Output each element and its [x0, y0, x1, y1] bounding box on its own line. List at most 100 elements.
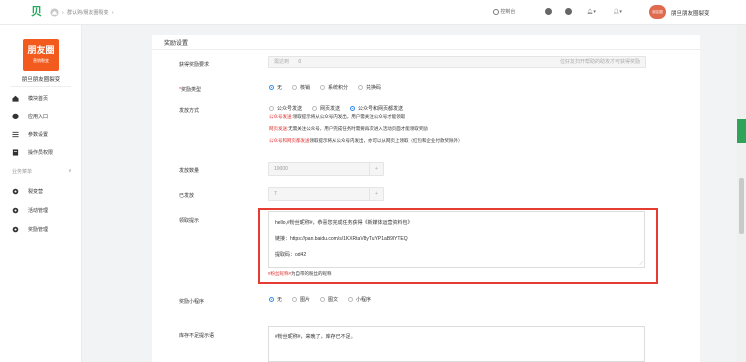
divider — [152, 49, 700, 50]
user-menu-button[interactable]: 👤︎▾ — [613, 7, 622, 18]
radio-dot — [269, 297, 274, 302]
applet-none[interactable]: 无 — [269, 296, 282, 303]
sent-field: 7 + — [268, 187, 384, 201]
reward-type-verify[interactable]: 核销 — [292, 84, 310, 91]
radio-dot — [269, 85, 274, 90]
radio-dot — [292, 85, 298, 90]
sidebar-item-activity[interactable]: 活动管理 — [12, 205, 48, 215]
sidebar-item-label: 应用入口 — [28, 113, 49, 120]
quantity-stepper[interactable]: 10000 + — [268, 162, 384, 176]
radio-dot — [358, 85, 364, 90]
gear-icon — [12, 188, 19, 194]
stock-tip-label: 库存不足提示语 — [179, 333, 215, 339]
reward-type-none[interactable]: 无 — [269, 84, 282, 91]
scrollbar-thumb[interactable] — [739, 178, 744, 234]
highlight-box — [258, 208, 658, 284]
dropdown-caret: ▾ — [593, 9, 596, 15]
send-note-3: 公众号和网页都发送领取提示将从公众号内发出，亦可以从网页上领取（红包和企业付款奖… — [269, 138, 463, 144]
send-method-mp[interactable]: 公众号发送 — [269, 105, 302, 112]
sidebar-item-entry[interactable]: 应用入口 — [12, 111, 48, 121]
brand-line2: 营销裂变 — [33, 58, 49, 63]
dropdown-caret: ▾ — [619, 9, 622, 15]
sidebar-item-reward[interactable]: 奖励管理 — [12, 224, 48, 234]
send-note-1: 公众号发送:领取提示将从公众号内发出，用户需关注公众号才能领取 — [269, 114, 405, 120]
help-button-2[interactable] — [565, 7, 572, 18]
sidebar: 朋友圈 营销裂变 朋旦朋友圈裂变 模块首页 应用入口 参数设置 操作员权限 业务… — [0, 25, 82, 362]
reward-req-label: 获得奖励要求 — [179, 62, 210, 68]
sidebar-item-fission[interactable]: 裂变营 — [12, 186, 43, 196]
radio-dot — [292, 297, 298, 302]
notification-button[interactable]: 🔔︎▾ — [587, 7, 596, 18]
help-button[interactable] — [545, 7, 552, 18]
radio-dot — [348, 297, 354, 302]
sidebar-item-label: 裂变营 — [28, 188, 44, 195]
circle-icon — [493, 8, 499, 15]
reward-settings-card: 奖励设置 获得奖励要求 需达到 0 位好友扫开帮助的助攻才可获得奖励 *奖励类型… — [152, 35, 700, 362]
radio-label: 图片 — [300, 297, 311, 303]
stock-tip-value: #粉丝昵称#，来晚了，库存已不足。 — [275, 334, 356, 340]
divider — [10, 86, 71, 87]
send-method-both[interactable]: 公众号和网页都发送 — [350, 105, 403, 112]
sidebar-item-label: 活动管理 — [28, 207, 49, 214]
avatar[interactable]: 朋友圈 — [649, 5, 666, 19]
applet-image[interactable]: 图片 — [292, 296, 310, 303]
section-title: 奖励设置 — [164, 41, 189, 47]
help-icon — [565, 8, 572, 16]
radio-label: 图文 — [328, 297, 339, 303]
brand-name: 朋旦朋友圈裂变 — [21, 77, 61, 83]
breadcrumb-item[interactable]: 群认购/朋友圈裂变 — [67, 10, 108, 16]
radio-label: 小程序 — [356, 297, 372, 303]
radio-label: 系统积分 — [328, 85, 349, 91]
radio-dot — [320, 85, 326, 90]
app-logo[interactable]: 贝 — [31, 6, 44, 19]
stock-tip-textarea[interactable]: #粉丝昵称#，来晚了，库存已不足。 — [268, 326, 645, 362]
chat-icon — [12, 113, 19, 119]
breadcrumb: › 群认购/朋友圈裂变 › — [62, 9, 116, 16]
help-icon — [545, 8, 552, 16]
sidebar-item-home[interactable]: 模块首页 — [12, 93, 48, 103]
radio-dot — [312, 106, 318, 111]
nav-group-title[interactable]: 业务菜单 — [12, 168, 32, 175]
list-icon — [12, 131, 19, 137]
shop-name[interactable]: 朋旦朋友圈裂变 — [671, 9, 710, 17]
note-key: 公众号发送: — [269, 114, 293, 119]
top-bar: 贝 › 群认购/朋友圈裂变 › 控制台 🔔︎▾ 👤︎▾ 朋友圈 朋旦朋友圈裂变 — [0, 0, 746, 25]
reward-type-text: 奖励类型 — [180, 87, 201, 93]
reward-applet-label: 奖励小程序 — [179, 299, 205, 305]
radio-label: 公众号和网页都发送 — [358, 106, 404, 112]
brand-logo: 朋友圈 营销裂变 — [23, 39, 59, 71]
home-icon[interactable] — [50, 8, 59, 17]
applet-miniprogram[interactable]: 小程序 — [348, 296, 371, 303]
quantity-value: 10000 — [274, 166, 288, 172]
file-icon — [12, 148, 19, 156]
sidebar-item-operator[interactable]: 操作员权限 — [12, 147, 53, 157]
stepper-plus-button: + — [369, 188, 383, 200]
send-method-radio-group: 公众号发送 网页发送 公众号和网页都发送 — [269, 105, 413, 112]
reward-req-prefix: 需达到 — [274, 59, 290, 65]
applet-article[interactable]: 图文 — [320, 296, 338, 303]
reward-req-value: 0 — [298, 59, 302, 65]
radio-label: 公众号发送 — [277, 106, 303, 112]
note-text: 领取提示将从公众号内发出，亦可以从网页上领取（红包和企业付款奖除外） — [309, 138, 463, 143]
send-method-web[interactable]: 网页发送 — [312, 105, 340, 112]
gear-icon — [12, 226, 19, 232]
console-label: 控制台 — [500, 9, 516, 15]
side-float-tab[interactable] — [737, 119, 746, 143]
claim-tip-label: 领取提示 — [179, 218, 200, 224]
reward-type-points[interactable]: 系统积分 — [320, 84, 348, 91]
sent-value: 7 — [274, 191, 277, 197]
reward-type-code[interactable]: 兑换码 — [358, 84, 381, 91]
reward-req-field[interactable]: 需达到 0 位好友扫开帮助的助攻才可获得奖励 — [268, 56, 646, 68]
radio-label: 兑换码 — [366, 85, 382, 91]
chevron-down-icon[interactable]: ∨ — [68, 168, 72, 174]
radio-label: 核销 — [300, 85, 311, 91]
note-text: 无需关注公众号，用户完成任务时需要再次进入活动页面才能领取奖励 — [288, 126, 428, 131]
note-key: 公众号和网页都发送 — [269, 138, 310, 143]
radio-dot — [269, 106, 274, 111]
reward-type-radio-group: 无 核销 系统积分 兑换码 — [269, 84, 391, 91]
stepper-plus-button[interactable]: + — [369, 163, 383, 175]
sidebar-item-label: 操作员权限 — [28, 149, 54, 156]
sidebar-item-params[interactable]: 参数设置 — [12, 129, 48, 139]
console-link[interactable]: 控制台 — [493, 7, 515, 18]
brand-line1: 朋友圈 — [27, 45, 55, 55]
